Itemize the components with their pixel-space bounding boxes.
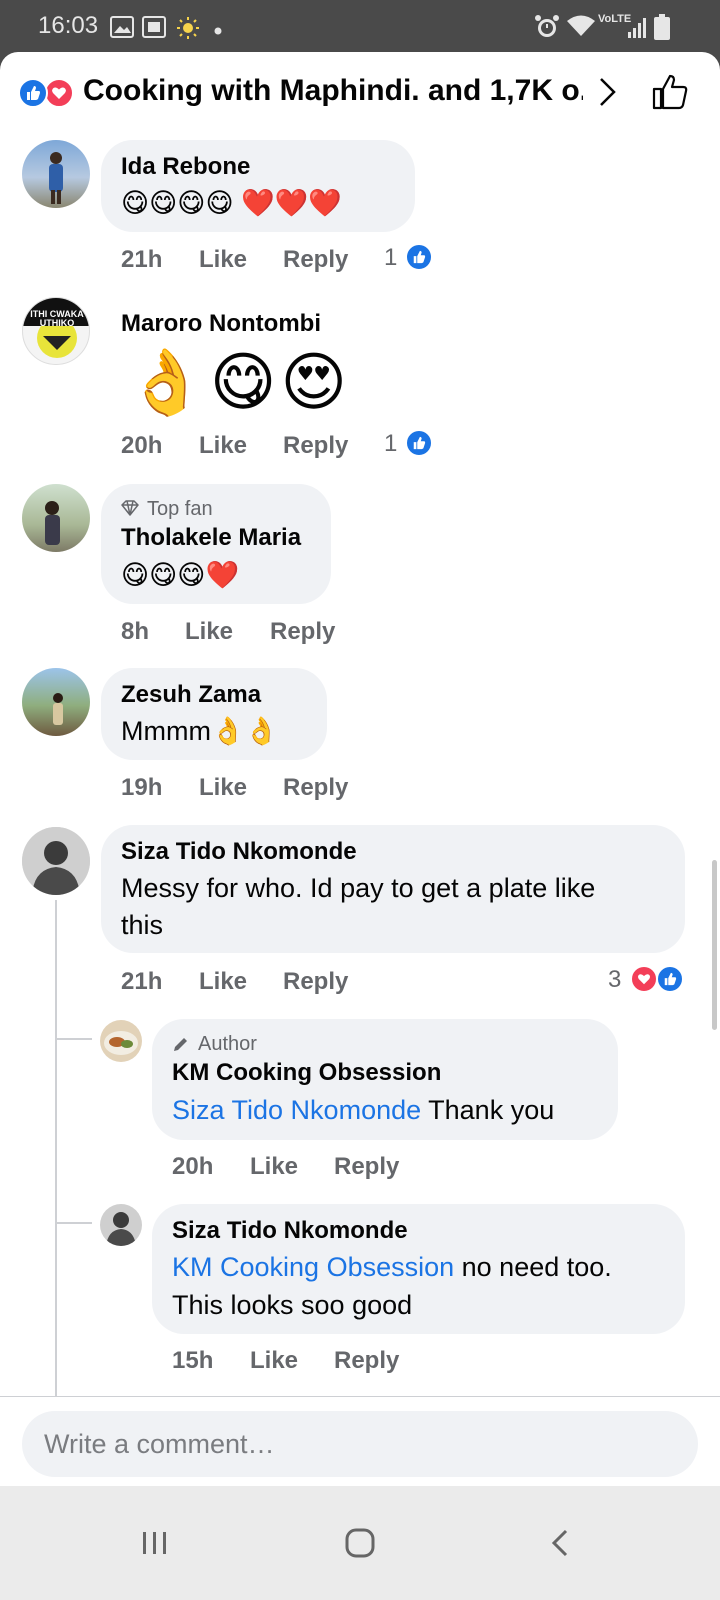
comment-text: 😋😋😋❤️ [121, 560, 240, 590]
like-button[interactable]: Like [199, 246, 247, 274]
reply-author[interactable]: KM Cooking Obsession [172, 1059, 441, 1087]
screenshot-icon [142, 16, 166, 43]
avatar[interactable] [22, 140, 90, 208]
battery-icon [654, 14, 670, 45]
like-reaction-icon [656, 965, 684, 993]
gallery-icon [110, 16, 134, 43]
like-reaction-icon [405, 243, 433, 271]
home-button[interactable] [300, 1486, 420, 1600]
pencil-icon [172, 1035, 190, 1058]
reply-button[interactable]: Reply [334, 1153, 399, 1181]
reaction-summary[interactable] [18, 78, 78, 108]
reply-button[interactable]: Reply [283, 246, 348, 274]
comment-time: 8h [121, 618, 150, 645]
comment-text: Mmmm👌👌 [121, 716, 279, 746]
mention-link[interactable]: Siza Tido Nkomonde [172, 1095, 421, 1125]
chevron-right-icon[interactable] [598, 76, 618, 113]
avatar-text: ITHI CWAKA UTHIKO [30, 309, 84, 328]
mention-link[interactable]: KM Cooking Obsession [172, 1252, 454, 1282]
like-button[interactable]: Like [185, 618, 233, 646]
like-reaction-icon [18, 78, 48, 108]
reply-bubble[interactable]: Siza Tido Nkomonde KM Cooking Obsession … [152, 1204, 685, 1334]
comment-bubble[interactable]: Top fan Tholakele Maria 😋😋😋❤️ [101, 484, 331, 604]
like-button[interactable]: Like [199, 774, 247, 802]
thread-branch [56, 1222, 92, 1224]
love-reaction-icon [44, 78, 74, 108]
reply-time: 15h [172, 1347, 214, 1374]
status-time: 16:03 [38, 12, 99, 39]
reply-text-line-1: KM Cooking Obsession no need too. [172, 1252, 612, 1282]
signal-icon [628, 16, 648, 43]
sheet-header: Cooking with Maphindi. and 1,7K o... [0, 52, 720, 134]
wifi-icon [566, 14, 596, 43]
system-nav-bar [0, 1486, 720, 1600]
reply-button[interactable]: Reply [283, 968, 348, 996]
avatar[interactable] [100, 1204, 142, 1246]
reply-button[interactable]: Reply [283, 432, 348, 460]
comment-input[interactable] [22, 1411, 698, 1477]
comment-time: 21h [121, 968, 163, 995]
avatar[interactable] [22, 668, 90, 736]
comment-author[interactable]: Ida Rebone [121, 153, 250, 181]
comment-time: 21h [121, 246, 163, 273]
comment-text-line-2: this [121, 910, 164, 940]
reply-button[interactable]: Reply [334, 1347, 399, 1375]
reply-time: 20h [172, 1153, 214, 1180]
love-reaction-icon [630, 965, 658, 993]
sun-icon [176, 16, 200, 45]
recent-apps-button[interactable] [95, 1486, 215, 1600]
reply-bubble[interactable]: Author KM Cooking Obsession Siza Tido Nk… [152, 1019, 618, 1140]
top-fan-badge: Top fan [147, 498, 213, 520]
author-badge: Author [198, 1033, 257, 1055]
thumbs-up-icon[interactable] [652, 74, 688, 115]
avatar[interactable] [100, 1020, 142, 1062]
back-button[interactable] [500, 1486, 620, 1600]
like-button[interactable]: Like [250, 1153, 298, 1181]
reply-text-line-2: This looks soo good [172, 1290, 413, 1320]
reply-button[interactable]: Reply [270, 618, 335, 646]
comment-time: 20h [121, 432, 163, 459]
comment-bubble[interactable]: Ida Rebone 😋😋😋😋 ❤️❤️❤️ [101, 140, 415, 232]
reply-author[interactable]: Siza Tido Nkomonde [172, 1217, 408, 1245]
reaction-count[interactable]: 1 [384, 430, 397, 458]
comment-text: 😋😋😋😋 ❤️❤️❤️ [121, 188, 342, 218]
volte-icon: VoLTE [598, 13, 632, 25]
like-button[interactable]: Like [199, 968, 247, 996]
like-button[interactable]: Like [250, 1347, 298, 1375]
thread-line [55, 900, 57, 1400]
comment-author[interactable]: Siza Tido Nkomonde [121, 838, 357, 866]
comment-bubble[interactable]: Zesuh Zama Mmmm👌👌 [101, 668, 327, 760]
thread-branch [56, 1038, 92, 1040]
reply-button[interactable]: Reply [283, 774, 348, 802]
status-bar: 16:03 VoLTE [0, 0, 720, 52]
avatar[interactable] [22, 827, 90, 895]
comment-bubble[interactable]: Siza Tido Nkomonde Messy for who. Id pay… [101, 825, 685, 953]
alarm-icon [534, 14, 560, 45]
scrollbar[interactable] [712, 860, 717, 1030]
like-reaction-icon [405, 429, 433, 457]
comment-time: 19h [121, 774, 163, 801]
avatar[interactable]: ITHI CWAKA UTHIKO [22, 297, 90, 365]
dot-icon [214, 22, 222, 40]
like-button[interactable]: Like [199, 432, 247, 460]
comments-sheet: Cooking with Maphindi. and 1,7K o... Ida… [0, 52, 720, 1516]
comment-author[interactable]: Tholakele Maria [121, 524, 301, 552]
comment-text-line-1: Messy for who. Id pay to get a plate lik… [121, 873, 596, 903]
reaction-count[interactable]: 1 [384, 244, 397, 272]
reply-text: Siza Tido Nkomonde Thank you [172, 1095, 555, 1125]
diamond-icon [121, 500, 139, 521]
comment-author[interactable]: Maroro Nontombi [121, 310, 321, 338]
header-title[interactable]: Cooking with Maphindi. and 1,7K o... [83, 74, 583, 108]
reaction-count[interactable]: 3 [608, 966, 621, 994]
comment-text: 👌😋😍 [126, 346, 352, 418]
avatar[interactable] [22, 484, 90, 552]
comment-author[interactable]: Zesuh Zama [121, 681, 261, 709]
